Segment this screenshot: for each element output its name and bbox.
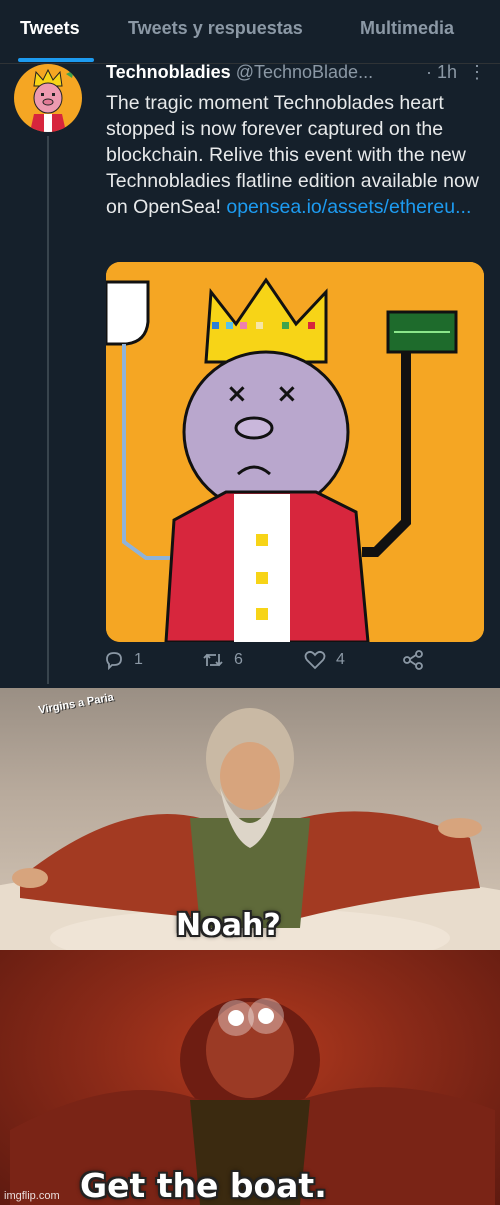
heart-icon: [304, 650, 326, 670]
tweet-header: Technobladies @TechnoBlade...: [106, 62, 373, 83]
tab-media[interactable]: Multimedia: [360, 18, 454, 39]
share-button[interactable]: [402, 650, 424, 670]
display-name[interactable]: Technobladies: [106, 62, 231, 82]
like-count: 4: [336, 651, 345, 668]
svg-text:×: ×: [276, 379, 298, 409]
tab-tweets-and-replies[interactable]: Tweets y respuestas: [128, 18, 303, 39]
tweet-link[interactable]: opensea.io/assets/ethereu...: [226, 196, 471, 218]
avatar[interactable]: [14, 64, 82, 132]
retweet-count: 6: [234, 651, 243, 668]
panel1-caption: Noah?: [176, 908, 281, 943]
share-icon: [403, 650, 423, 670]
tweet-media[interactable]: × ×: [106, 262, 484, 642]
reply-count: 1: [134, 651, 143, 668]
reply-button[interactable]: 1: [104, 650, 143, 670]
flatline-nft-image: × ×: [106, 262, 484, 642]
vertical-dots-icon[interactable]: ⋮: [468, 62, 486, 83]
tweet-screenshot: Tweets Tweets y respuestas Multimedia Te…: [0, 0, 500, 688]
watermark: imgflip.com: [4, 1190, 60, 1202]
profile-tabs: Tweets Tweets y respuestas Multimedia: [0, 0, 500, 62]
reply-icon: [106, 652, 122, 670]
thread-line: [47, 136, 49, 684]
active-tab-indicator: [18, 58, 94, 62]
retweet-button[interactable]: 6: [202, 650, 243, 670]
meme-image: Tweets Tweets y respuestas Multimedia Te…: [0, 0, 500, 1205]
tweet-text: The tragic moment Technoblades heart sto…: [106, 90, 491, 220]
pig-king-avatar-icon: [30, 68, 74, 132]
retweet-icon: [203, 653, 223, 667]
svg-text:×: ×: [226, 379, 248, 409]
tab-tweets[interactable]: Tweets: [20, 18, 80, 39]
panel2-caption: Get the boat.: [80, 1166, 327, 1205]
like-button[interactable]: 4: [304, 650, 345, 670]
tweet-actions: 1 6 4: [0, 650, 500, 684]
timestamp[interactable]: · 1h: [426, 62, 457, 83]
handle[interactable]: @TechnoBlade...: [236, 62, 373, 82]
